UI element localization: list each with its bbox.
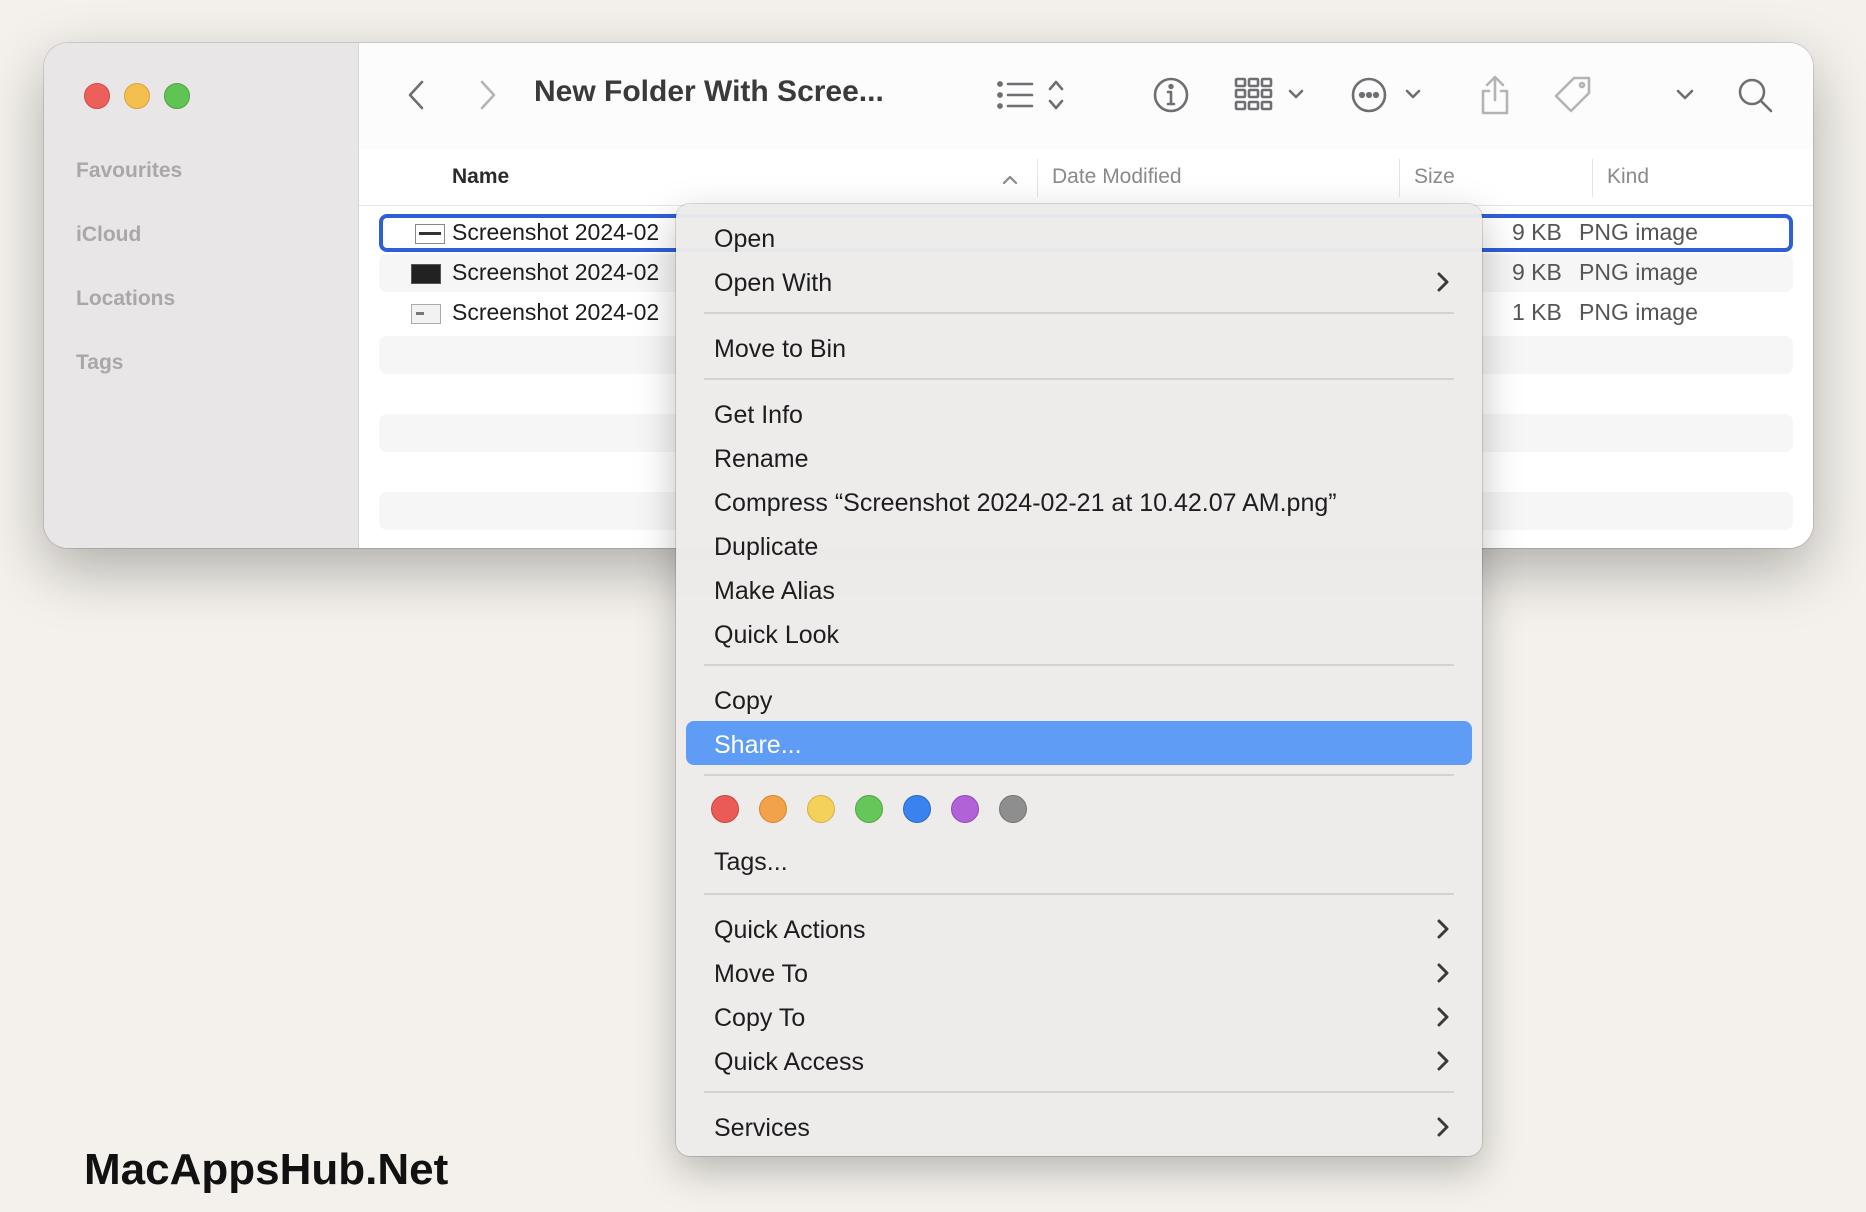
sidebar-section-locations[interactable]: Locations [76,287,175,311]
menu-item-move-to-bin[interactable]: Move to Bin [686,326,1472,368]
menu-item-open[interactable]: Open [686,216,1472,258]
file-name: Screenshot 2024-02 [452,219,660,245]
chevron-right-icon [1430,270,1454,294]
column-separator [1592,159,1593,197]
menu-item-open-with[interactable]: Open With [686,260,1472,302]
toolbar: New Folder With Scree... [359,43,1813,150]
column-name[interactable]: Name [452,165,509,189]
more-icon[interactable] [1349,71,1429,119]
column-size[interactable]: Size [1414,165,1455,189]
menu-item-label: Compress “Screenshot 2024-02-21 at 10.42… [714,489,1337,517]
back-icon[interactable] [393,71,441,119]
column-date-modified[interactable]: Date Modified [1052,165,1182,189]
file-thumbnail [415,224,445,244]
tag-color-green[interactable] [855,795,883,823]
sidebar-section-icloud[interactable]: iCloud [76,223,141,247]
menu-item-copy[interactable]: Copy [686,678,1472,720]
menu-item-quick-look[interactable]: Quick Look [686,612,1472,654]
menu-separator [704,378,1454,380]
sort-ascending-icon[interactable] [1000,173,1020,192]
file-kind: PNG image [1579,259,1698,285]
menu-item-label: Rename [714,445,809,473]
menu-item-tags[interactable]: Tags... [686,839,1472,881]
sidebar: Favourites iCloud Locations Tags [44,43,359,548]
tag-color-orange[interactable] [759,795,787,823]
menu-item-get-info[interactable]: Get Info [686,392,1472,434]
group-icon[interactable] [1232,71,1312,119]
menu-separator [704,774,1454,776]
tag-icon[interactable] [1549,71,1597,119]
menu-item-quick-access[interactable]: Quick Access [686,1039,1472,1081]
column-header: Name Date Modified Size Kind [359,149,1813,206]
column-separator [1399,159,1400,197]
sidebar-section-tags[interactable]: Tags [76,351,123,375]
menu-item-label: Tags... [714,848,788,876]
context-menu: Open Open With Move to Bin Get Info Rena… [676,204,1482,1156]
window-title: New Folder With Scree... [534,75,884,108]
menu-item-move-to[interactable]: Move To [686,951,1472,993]
chevron-right-icon [1430,961,1454,985]
forward-icon[interactable] [463,71,511,119]
info-icon[interactable] [1147,71,1195,119]
maximize-window-button[interactable] [164,83,190,109]
menu-item-rename[interactable]: Rename [686,436,1472,478]
menu-item-label: Services [714,1114,810,1142]
sidebar-section-favourites[interactable]: Favourites [76,159,182,183]
menu-item-label: Open [714,225,776,253]
tag-color-purple[interactable] [951,795,979,823]
menu-item-copy-to[interactable]: Copy To [686,995,1472,1037]
file-name: Screenshot 2024-02 [452,259,660,285]
tag-color-blue[interactable] [903,795,931,823]
watermark: MacAppsHub.Net [84,1145,449,1194]
menu-item-quick-actions[interactable]: Quick Actions [686,907,1472,949]
file-name: Screenshot 2024-02 [452,299,660,325]
column-kind[interactable]: Kind [1607,165,1649,189]
menu-item-label: Move to Bin [714,335,847,363]
tag-color-gray[interactable] [999,795,1027,823]
menu-item-label: Open With [714,269,833,297]
file-size: 9 KB [1512,219,1562,245]
menu-item-label: Copy [714,687,773,715]
menu-item-services[interactable]: Services [686,1105,1472,1147]
menu-item-label: Make Alias [714,577,835,605]
file-kind: PNG image [1579,299,1698,325]
menu-separator [704,664,1454,666]
minimize-window-button[interactable] [124,83,150,109]
menu-item-compress[interactable]: Compress “Screenshot 2024-02-21 at 10.42… [686,480,1472,522]
menu-separator [704,1091,1454,1093]
tag-color-yellow[interactable] [807,795,835,823]
share-icon[interactable] [1471,71,1519,119]
file-thumbnail [411,264,441,284]
expand-icon[interactable] [1661,71,1709,119]
chevron-right-icon [1430,1115,1454,1139]
menu-separator [704,893,1454,895]
menu-item-label: Get Info [714,401,803,429]
chevron-right-icon [1430,1049,1454,1073]
file-thumbnail [411,304,441,324]
menu-item-label: Quick Actions [714,916,866,944]
file-size: 9 KB [1512,259,1562,285]
menu-item-label: Move To [714,960,809,988]
menu-separator [704,312,1454,314]
chevron-right-icon [1430,917,1454,941]
close-window-button[interactable] [84,83,110,109]
column-separator [1037,159,1038,197]
chevron-right-icon [1430,1005,1454,1029]
menu-item-label: Quick Access [714,1048,865,1076]
file-size: 1 KB [1512,299,1562,325]
menu-item-share[interactable]: Share... [686,721,1472,765]
menu-item-label: Share... [714,731,802,759]
menu-item-label: Quick Look [714,621,840,649]
menu-item-make-alias[interactable]: Make Alias [686,568,1472,610]
menu-item-label: Duplicate [714,533,819,561]
tag-color-red[interactable] [711,795,739,823]
file-kind: PNG image [1579,219,1698,245]
search-icon[interactable] [1731,71,1779,119]
menu-item-duplicate[interactable]: Duplicate [686,524,1472,566]
list-view-icon[interactable] [991,71,1081,119]
menu-item-label: Copy To [714,1004,806,1032]
